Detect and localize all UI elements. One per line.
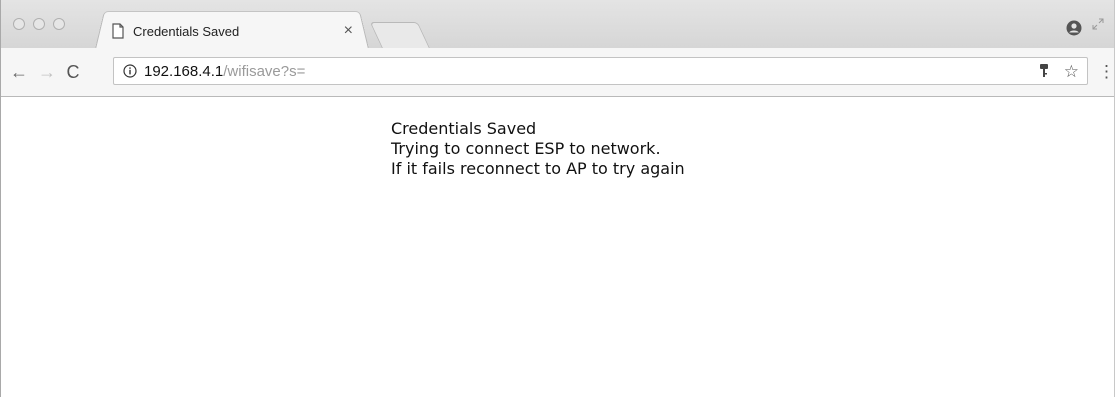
close-window-button[interactable]: [13, 18, 25, 30]
close-tab-icon[interactable]: ×: [344, 22, 353, 40]
minimize-window-button[interactable]: [33, 18, 45, 30]
key-icon[interactable]: [1038, 63, 1050, 79]
browser-window: Credentials Saved × ← → C 192.168.4.1/wi…: [0, 0, 1115, 397]
back-icon[interactable]: ←: [9, 62, 29, 82]
window-controls: [13, 18, 65, 30]
new-tab-button[interactable]: [369, 22, 431, 49]
document-icon: [112, 23, 124, 39]
tab-content: Credentials Saved ×: [111, 20, 361, 42]
toolbar: ← → C 192.168.4.1/wifisave?s= ☆ ⋮: [1, 48, 1115, 97]
url-host: 192.168.4.1: [144, 62, 224, 80]
status-message: Credentials Saved Trying to connect ESP …: [391, 119, 685, 179]
page-content: Credentials Saved Trying to connect ESP …: [1, 97, 1114, 397]
bookmark-star-icon[interactable]: ☆: [1064, 63, 1079, 80]
info-icon[interactable]: [123, 64, 137, 78]
forward-icon[interactable]: →: [37, 62, 57, 82]
message-line-retry: If it fails reconnect to AP to try again: [391, 159, 685, 178]
zoom-window-button[interactable]: [53, 18, 65, 30]
fullscreen-icon[interactable]: [1092, 18, 1104, 30]
address-bar[interactable]: 192.168.4.1/wifisave?s= ☆: [113, 57, 1088, 85]
reload-icon[interactable]: C: [63, 62, 83, 82]
menu-icon[interactable]: ⋮: [1098, 62, 1115, 82]
message-line-connecting: Trying to connect ESP to network.: [391, 139, 661, 158]
tab-title: Credentials Saved: [133, 23, 240, 39]
profile-icon[interactable]: [1066, 20, 1082, 36]
tab-strip: Credentials Saved ×: [1, 0, 1114, 50]
url-path: /wifisave?s=: [223, 62, 306, 80]
url-text[interactable]: 192.168.4.1/wifisave?s=: [144, 63, 1038, 80]
message-line-title: Credentials Saved: [391, 119, 537, 138]
